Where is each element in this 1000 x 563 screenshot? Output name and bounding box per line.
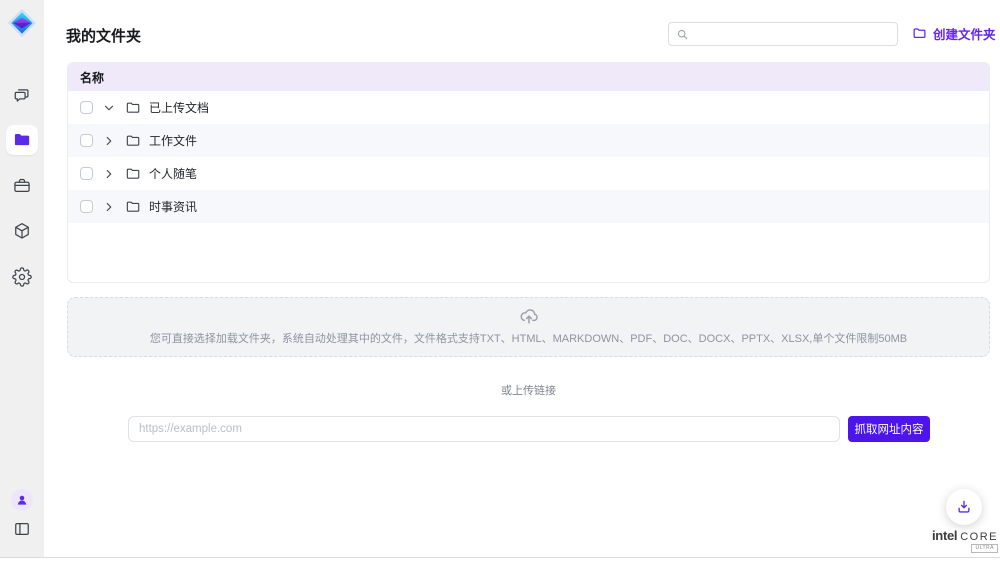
folder-name: 个人随笔: [149, 165, 197, 182]
intel-core-logo: intel core ultra: [932, 528, 998, 553]
sidebar-item-models[interactable]: [12, 221, 32, 241]
panel-toggle-icon[interactable]: [12, 519, 32, 539]
cloud-upload-icon: [518, 305, 540, 327]
folder-icon: [125, 199, 141, 215]
briefcase-icon: [12, 176, 32, 196]
gear-icon: [12, 267, 32, 287]
chevron-icon[interactable]: [102, 200, 116, 214]
download-fab-button[interactable]: [946, 489, 982, 525]
folder-name: 时事资讯: [149, 198, 197, 215]
table-body: 已上传文档 工作文件 个人随笔 时事资讯: [68, 91, 989, 223]
or-upload-link-label: 或上传链接: [67, 382, 990, 398]
ultra-badge: ultra: [971, 544, 998, 553]
folder-row[interactable]: 时事资讯: [68, 190, 989, 223]
column-name-label: 名称: [80, 69, 104, 86]
folder-icon: [125, 133, 141, 149]
sidebar-item-settings[interactable]: [12, 267, 32, 287]
folder-row[interactable]: 已上传文档: [68, 91, 989, 124]
sidebar-item-toolbox[interactable]: [12, 176, 32, 196]
search-box: [668, 22, 898, 46]
chevron-icon[interactable]: [102, 134, 116, 148]
chat-icon: [12, 86, 32, 106]
row-checkbox[interactable]: [80, 101, 93, 114]
table-header: 名称: [68, 63, 989, 91]
folder-table: 名称 已上传文档 工作文件 个人随笔: [67, 62, 990, 283]
folder-icon: [125, 100, 141, 116]
user-avatar[interactable]: [11, 489, 33, 511]
sidebar-item-chat[interactable]: [12, 86, 32, 106]
row-checkbox[interactable]: [80, 134, 93, 147]
search-icon: [676, 28, 689, 41]
search-input[interactable]: [689, 23, 897, 45]
folder-icon: [12, 130, 32, 150]
row-checkbox[interactable]: [80, 200, 93, 213]
folder-row[interactable]: 工作文件: [68, 124, 989, 157]
download-icon: [955, 498, 973, 516]
folder-name: 工作文件: [149, 132, 197, 149]
url-input[interactable]: [128, 416, 840, 442]
intel-wordmark: intel: [932, 528, 957, 543]
user-icon: [14, 492, 30, 508]
page-title: 我的文件夹: [66, 25, 141, 46]
fetch-url-button[interactable]: 抓取网址内容: [848, 416, 930, 442]
app-logo-icon[interactable]: [6, 7, 38, 39]
create-folder-label: 创建文件夹: [933, 24, 996, 43]
app-window: 我的文件夹 创建文件夹 名称 已上传文档: [0, 0, 1000, 563]
create-folder-button[interactable]: 创建文件夹: [912, 24, 996, 43]
folder-name: 已上传文档: [149, 99, 209, 116]
cube-icon: [12, 221, 32, 241]
core-wordmark: core: [960, 531, 998, 543]
folder-icon: [125, 166, 141, 182]
sidebar: [0, 0, 44, 557]
sidebar-item-folders[interactable]: [6, 125, 38, 155]
row-checkbox[interactable]: [80, 167, 93, 180]
folder-row[interactable]: 个人随笔: [68, 157, 989, 190]
upload-hint: 您可直接选择加载文件夹，系统自动处理其中的文件，文件格式支持TXT、HTML、M…: [150, 330, 907, 346]
folder-plus-icon: [912, 26, 927, 41]
chevron-icon[interactable]: [102, 167, 116, 181]
chevron-icon[interactable]: [102, 101, 116, 115]
upload-dropzone[interactable]: 您可直接选择加载文件夹，系统自动处理其中的文件，文件格式支持TXT、HTML、M…: [67, 297, 990, 357]
